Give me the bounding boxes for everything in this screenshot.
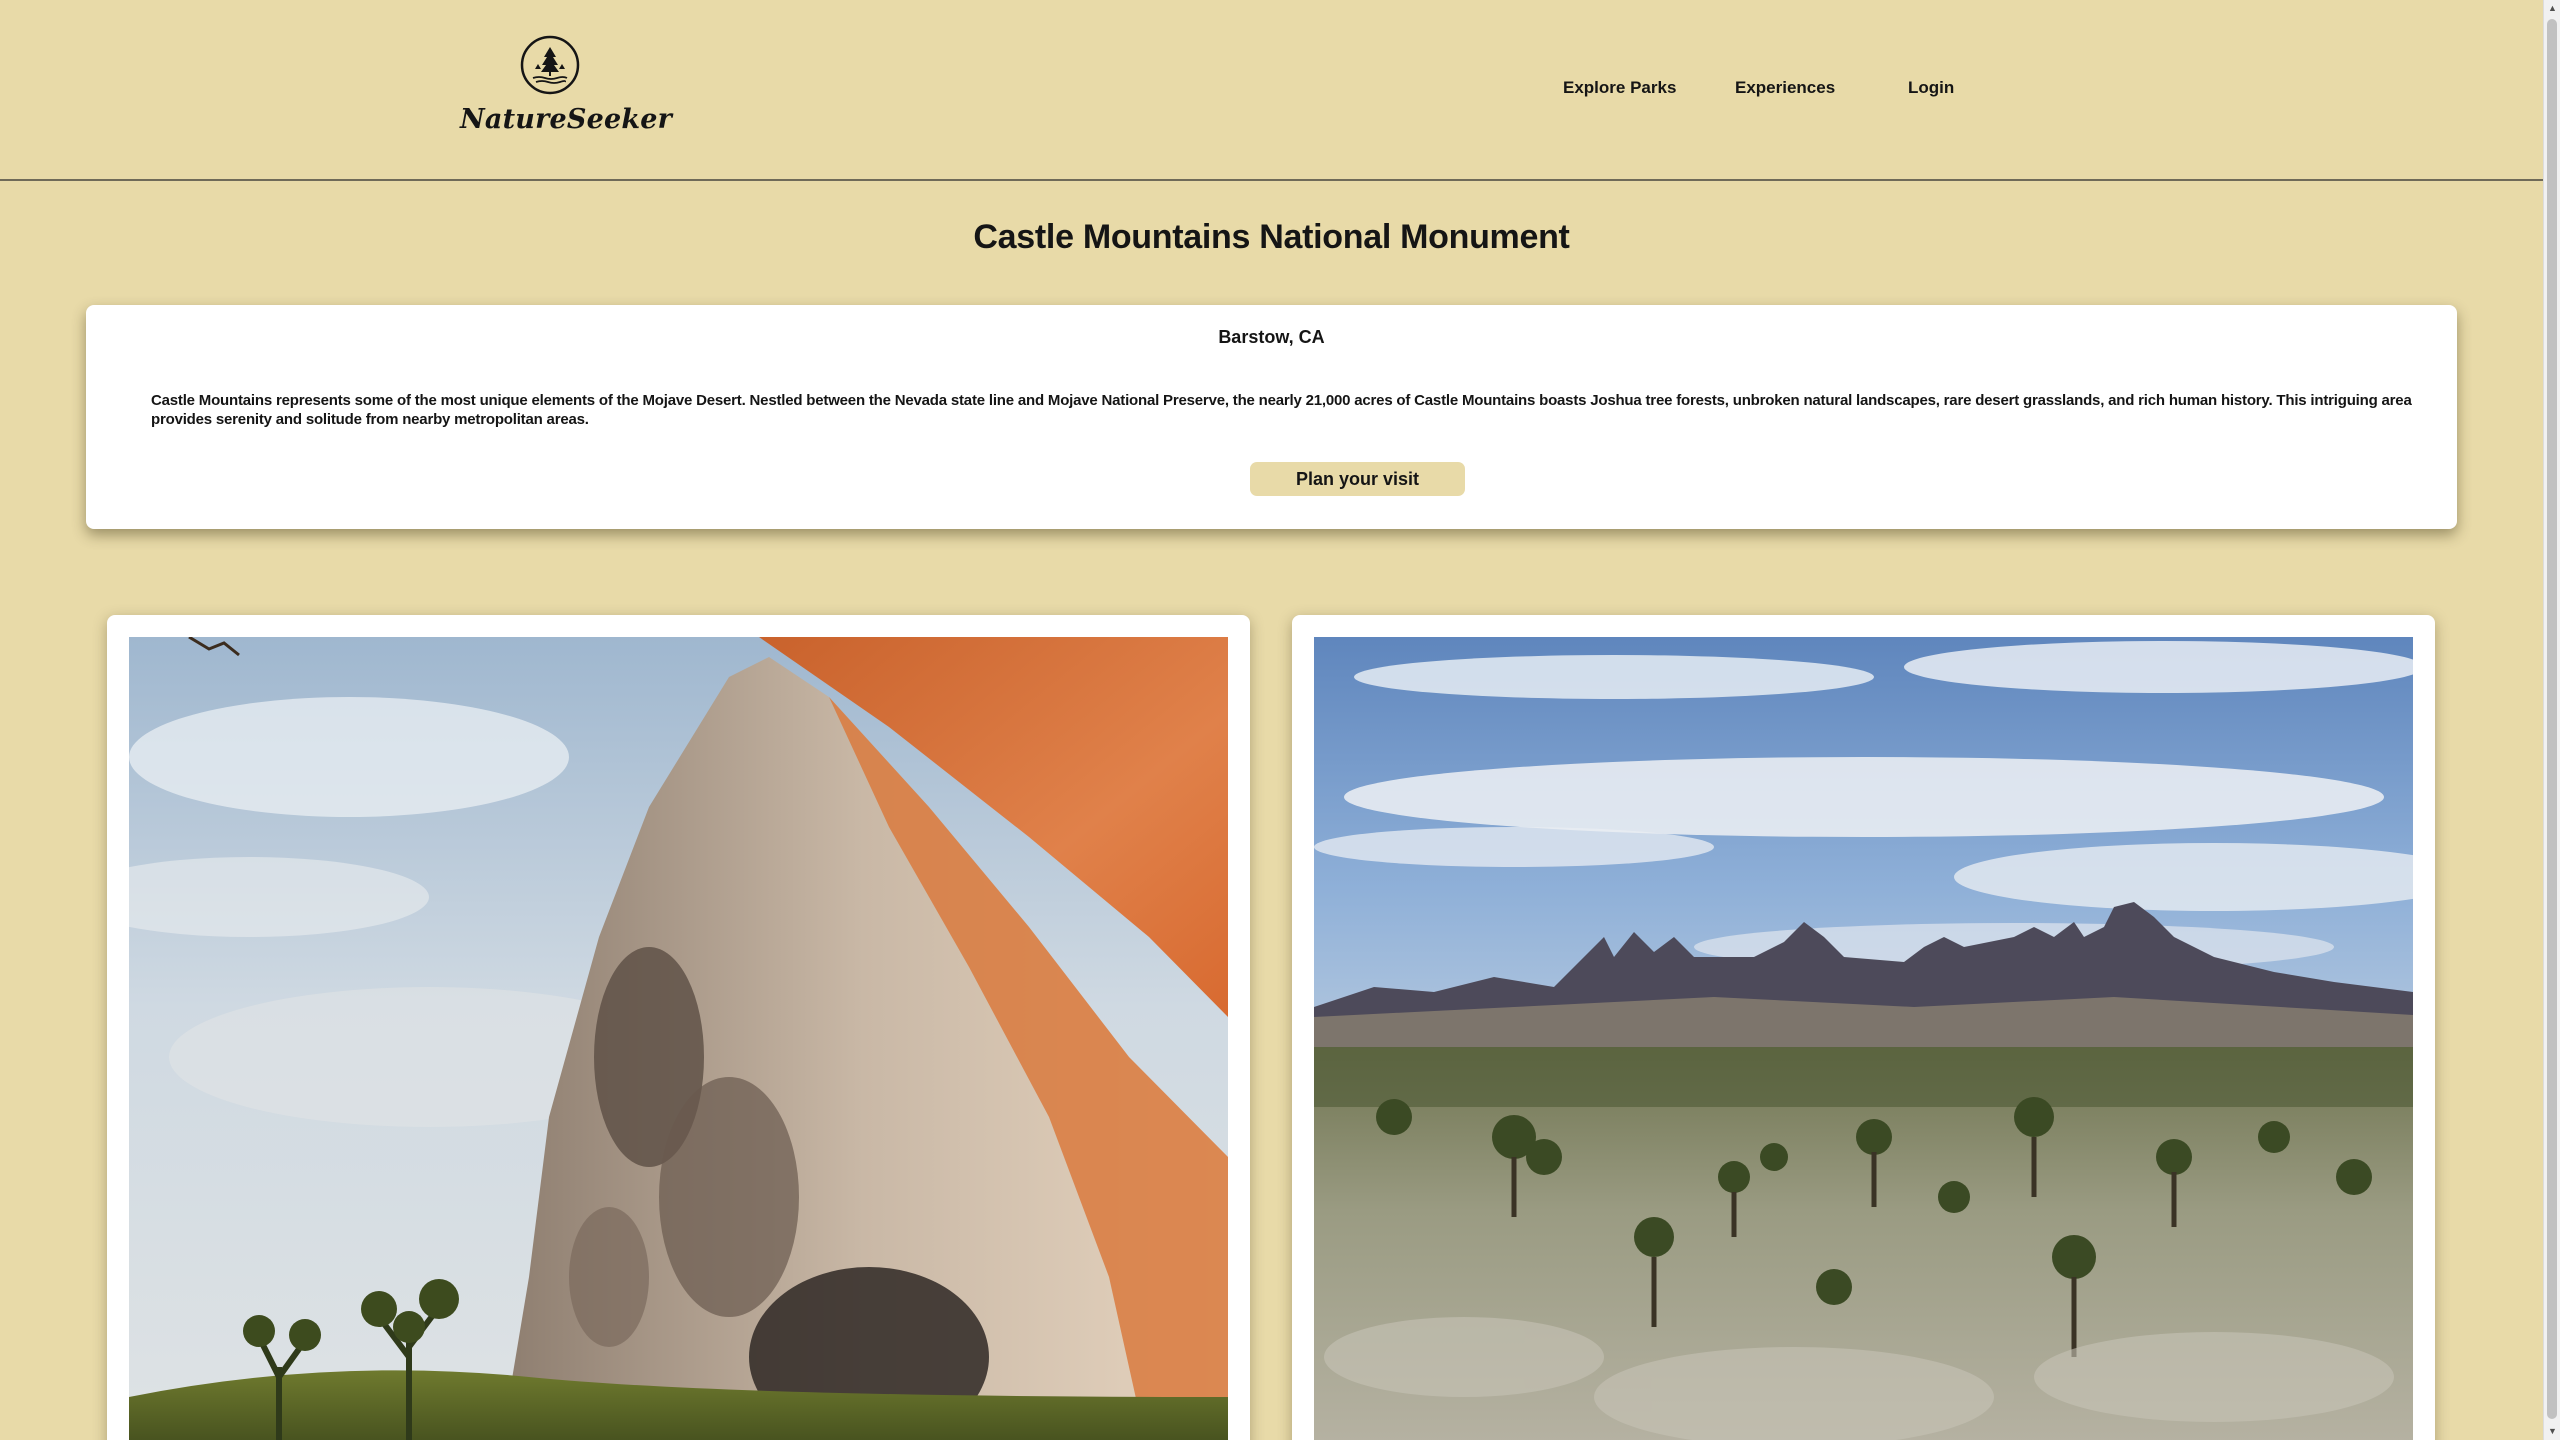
page-title: Castle Mountains National Monument	[973, 218, 1570, 256]
page: NatureSeeker Explore Parks Experiences L…	[0, 0, 2560, 1440]
brand-name: NatureSeeker	[460, 104, 673, 135]
nav-experiences[interactable]: Experiences	[1735, 78, 1835, 98]
photo-card	[1292, 615, 2435, 1440]
vertical-scrollbar[interactable]: ▲ ▼	[2543, 0, 2560, 1440]
granite-rock-formation-photo	[129, 637, 1228, 1440]
nav-login[interactable]: Login	[1908, 78, 1954, 98]
park-location: Barstow, CA	[1218, 327, 1325, 347]
nav-explore-parks[interactable]: Explore Parks	[1563, 78, 1676, 98]
park-description: Castle Mountains represents some of the …	[151, 392, 2412, 428]
photo-card	[107, 615, 1250, 1440]
scroll-down-arrow-icon[interactable]: ▼	[2544, 1423, 2560, 1440]
scroll-thumb[interactable]	[2547, 19, 2557, 1419]
main-nav: Explore Parks Experiences Login	[0, 78, 2543, 104]
site-header: NatureSeeker Explore Parks Experiences L…	[0, 0, 2543, 181]
castle-peaks-landscape-photo	[1314, 637, 2413, 1440]
scroll-up-arrow-icon[interactable]: ▲	[2544, 0, 2560, 17]
plan-visit-button[interactable]: Plan your visit	[1250, 462, 1465, 496]
park-info-card: Barstow, CA Castle Mountains represents …	[86, 305, 2457, 529]
